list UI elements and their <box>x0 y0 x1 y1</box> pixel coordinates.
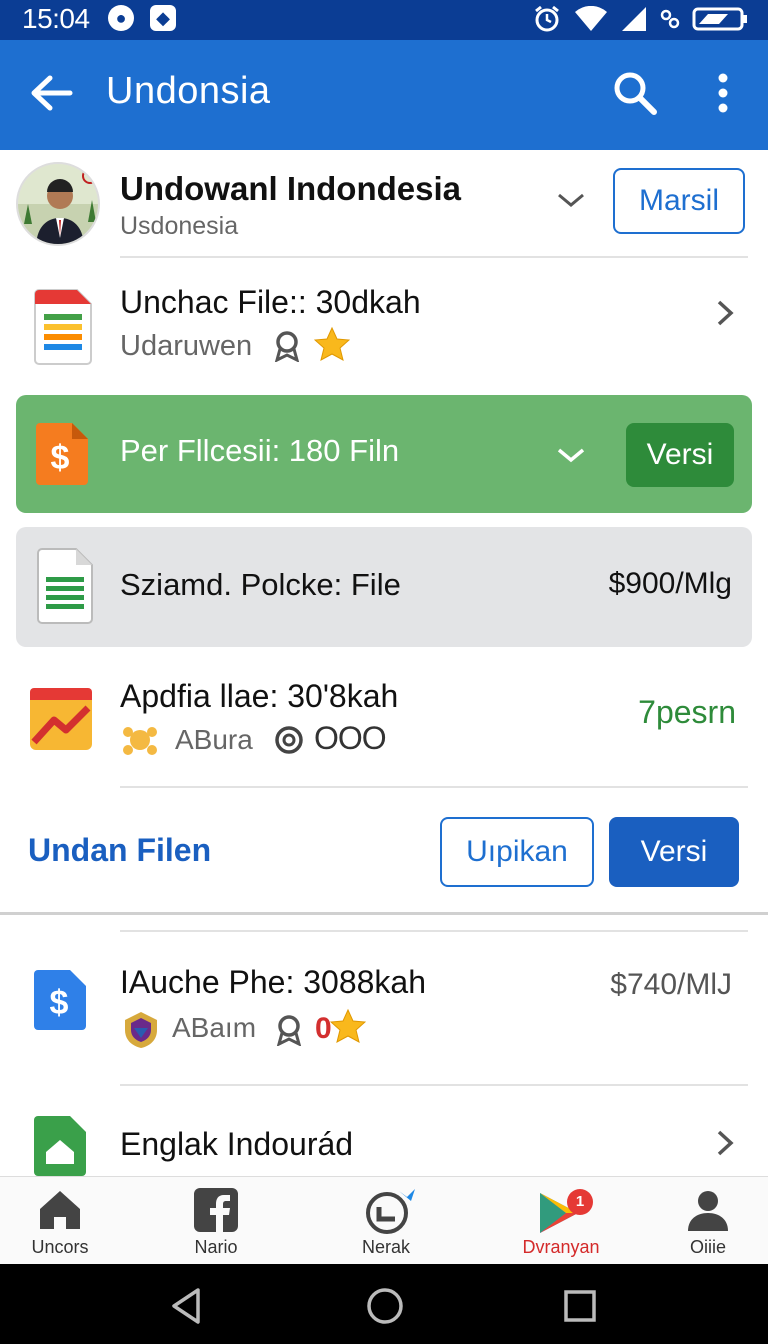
award-ribbon-icon <box>274 331 300 362</box>
status-time: 15:04 <box>22 3 90 34</box>
spreadsheet-file-icon <box>34 289 92 365</box>
more-options-icon[interactable] <box>706 70 740 116</box>
home-file-icon <box>34 1116 86 1176</box>
list-item[interactable]: Englak Indourád <box>0 1100 768 1176</box>
divider <box>120 1084 748 1086</box>
battery-icon <box>692 7 747 31</box>
dollar-document-icon: $ <box>34 970 86 1030</box>
list-item[interactable]: $ IAuche Phe: 3088kah ABaım 0 $740/MlJ <box>0 942 768 1082</box>
support-icon <box>275 726 303 754</box>
chevron-down-icon[interactable] <box>556 190 586 210</box>
undan-filen-link[interactable]: Undan Filen <box>28 832 211 869</box>
page-title: Undonsia <box>106 70 271 112</box>
chevron-right-icon <box>717 1130 734 1156</box>
highlighted-list-item[interactable]: $ Per Fllcesii: 180 Filn Versi <box>16 395 752 513</box>
nav-item-oiiie[interactable]: Oiiie <box>648 1177 768 1265</box>
row-title: Apdfia llae: 30'8kah <box>120 678 399 714</box>
chevron-down-icon[interactable] <box>556 445 586 465</box>
shield-badge-icon <box>125 1012 157 1048</box>
profile-name: Undowanl Indondesia <box>120 170 462 207</box>
action-row: Undan Filen Uıpikan Versi <box>0 800 768 908</box>
nav-item-nario[interactable]: Nario <box>156 1177 276 1265</box>
system-recents-icon[interactable] <box>562 1288 598 1324</box>
alarm-icon <box>535 5 559 32</box>
divider <box>120 786 748 788</box>
sheets-file-icon <box>37 548 93 624</box>
profile-subtitle: Usdonesia <box>120 212 239 240</box>
search-icon[interactable] <box>612 70 658 116</box>
trending-chart-icon <box>30 688 92 750</box>
svg-text:$: $ <box>51 439 70 477</box>
back-arrow-icon[interactable] <box>28 70 74 116</box>
row-subtitle: ABaım <box>172 1012 257 1043</box>
home-icon <box>40 1191 80 1229</box>
facebook-icon <box>194 1188 238 1233</box>
list-item[interactable]: Unchac File:: 30dkah Udaruwen <box>0 258 768 386</box>
row-title: Englak Indourád <box>120 1126 354 1162</box>
list-item[interactable]: Apdfia llae: 30'8kah ABura OOO 7pesrn <box>0 660 768 780</box>
row-subtitle: Udaruwen <box>120 330 253 362</box>
nav-label: Uncors <box>31 1237 89 1257</box>
svg-text:$: $ <box>50 984 69 1022</box>
star-icon <box>330 1008 366 1043</box>
system-back-icon[interactable] <box>168 1286 204 1326</box>
row-extra: OOO <box>314 720 387 756</box>
chevron-right-icon <box>717 300 734 326</box>
nav-item-nerak[interactable]: Nerak <box>326 1177 446 1265</box>
row-title: IAuche Phe: 3088kah <box>120 964 427 1000</box>
clock-icon <box>366 1189 415 1234</box>
wifi-icon <box>575 6 607 31</box>
profile-header: Undowanl Indondesia Usdonesia Marsil <box>0 150 768 255</box>
row-price: $900/Mlg <box>608 567 732 600</box>
system-navigation-bar <box>0 1264 768 1344</box>
divider <box>120 930 748 932</box>
upikan-button[interactable]: Uıpikan <box>440 817 594 887</box>
status-bar: 15:04 ● ◆ <box>0 0 768 40</box>
person-icon <box>688 1191 728 1231</box>
app-bar: Undonsia <box>0 40 768 150</box>
nav-label: Nerak <box>361 1237 410 1257</box>
section-shadow <box>0 912 768 915</box>
system-home-icon[interactable] <box>365 1286 405 1326</box>
bottom-navigation: Uncors Nario Nerak 1 Dvranyan Oiiie <box>0 1176 768 1264</box>
notification-icon: ● <box>108 5 134 31</box>
row-title: Sziamd. Polcke: File <box>120 567 401 602</box>
status-right-icons <box>532 4 748 34</box>
nav-item-uncors[interactable]: Uncors <box>0 1177 120 1265</box>
puzzle-icon <box>123 727 157 755</box>
notification-badge: 1 <box>567 1189 593 1215</box>
list-item[interactable]: Sziamd. Polcke: File $900/Mlg <box>16 527 752 647</box>
award-ribbon-icon <box>276 1015 302 1046</box>
nav-label: Nario <box>194 1237 238 1257</box>
signal-icon <box>622 7 646 31</box>
nav-item-dvranyan[interactable]: 1 Dvranyan <box>501 1177 621 1265</box>
row-status: 7pesrn <box>638 694 736 730</box>
star-icon <box>314 326 350 361</box>
row-subtitle: ABura <box>175 724 253 755</box>
app-notification-icon: ◆ <box>150 5 176 31</box>
row-title: Unchac File:: 30dkah <box>120 284 421 320</box>
avatar <box>16 162 100 246</box>
versi-button[interactable]: Versi <box>626 423 734 487</box>
nav-label: Dvranyan <box>522 1237 600 1257</box>
link-icon <box>660 9 680 29</box>
nav-label: Oiiie <box>689 1237 726 1257</box>
marsil-button[interactable]: Marsil <box>613 168 745 234</box>
dollar-file-icon: $ <box>36 423 88 485</box>
row-title: Per Fllcesii: 180 Filn <box>120 433 400 468</box>
versi-primary-button[interactable]: Versi <box>609 817 739 887</box>
row-price: $740/MlJ <box>610 968 732 1001</box>
